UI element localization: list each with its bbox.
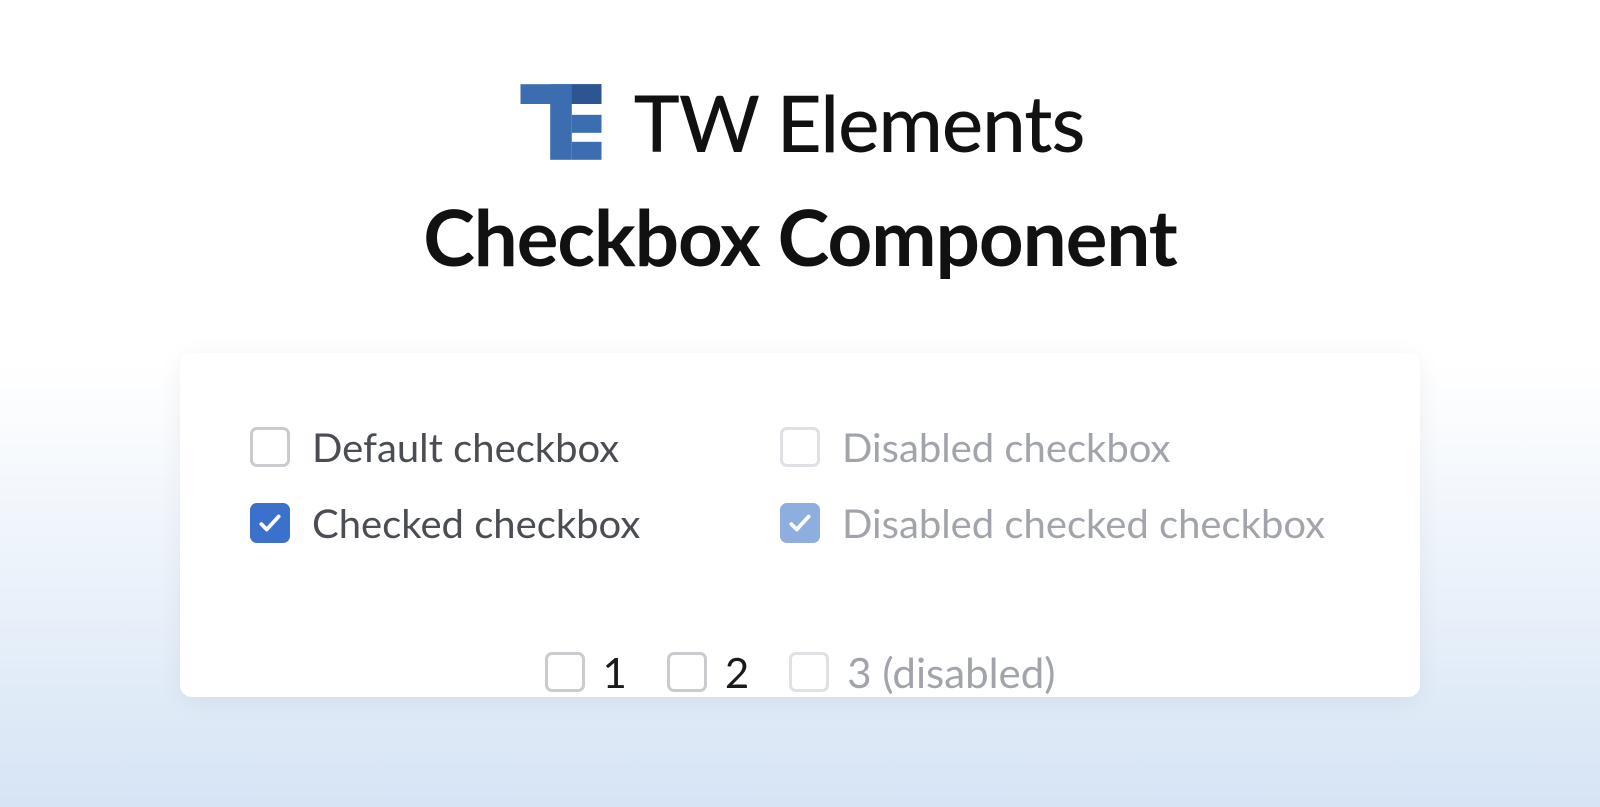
checkbox-label: 1 — [603, 647, 627, 697]
checkbox-label: Disabled checked checkbox — [842, 499, 1325, 547]
brand-name: TW Elements — [634, 75, 1085, 169]
checkbox-box-icon[interactable] — [545, 652, 585, 692]
checkbox-box-icon[interactable] — [667, 652, 707, 692]
checkbox-checked[interactable]: Checked checkbox — [250, 499, 720, 547]
page-subtitle: Checkbox Component — [0, 189, 1600, 283]
checkbox-box-checked-icon[interactable] — [250, 503, 290, 543]
checkbox-box-disabled-icon — [789, 652, 829, 692]
checkbox-disabled: Disabled checkbox — [780, 423, 1325, 471]
checkbox-column-right: Disabled checkbox Disabled checked check… — [780, 423, 1325, 547]
checkbox-default[interactable]: Default checkbox — [250, 423, 720, 471]
checkbox-column-left: Default checkbox Checked checkbox — [250, 423, 720, 547]
demo-card: Default checkbox Checked checkbox Disabl… — [180, 353, 1420, 697]
checkbox-box-disabled-checked-icon — [780, 503, 820, 543]
checkbox-disabled-checked: Disabled checked checkbox — [780, 499, 1325, 547]
brand-row: TW Elements — [0, 75, 1600, 169]
brand-logo-icon — [516, 77, 606, 167]
inline-checkbox-row: 1 2 3 (disabled) — [250, 647, 1350, 697]
checkbox-label: Disabled checkbox — [842, 423, 1170, 471]
checkbox-label: Checked checkbox — [312, 499, 640, 547]
inline-checkbox-3: 3 (disabled) — [789, 647, 1055, 697]
inline-checkbox-2[interactable]: 2 — [667, 647, 749, 697]
checkbox-label: 3 (disabled) — [847, 647, 1055, 697]
checkbox-label: Default checkbox — [312, 423, 619, 471]
checkbox-grid: Default checkbox Checked checkbox Disabl… — [250, 423, 1350, 547]
checkbox-box-icon[interactable] — [250, 427, 290, 467]
checkbox-box-disabled-icon — [780, 427, 820, 467]
header: TW Elements Checkbox Component — [0, 0, 1600, 283]
inline-checkbox-1[interactable]: 1 — [545, 647, 627, 697]
checkbox-label: 2 — [725, 647, 749, 697]
